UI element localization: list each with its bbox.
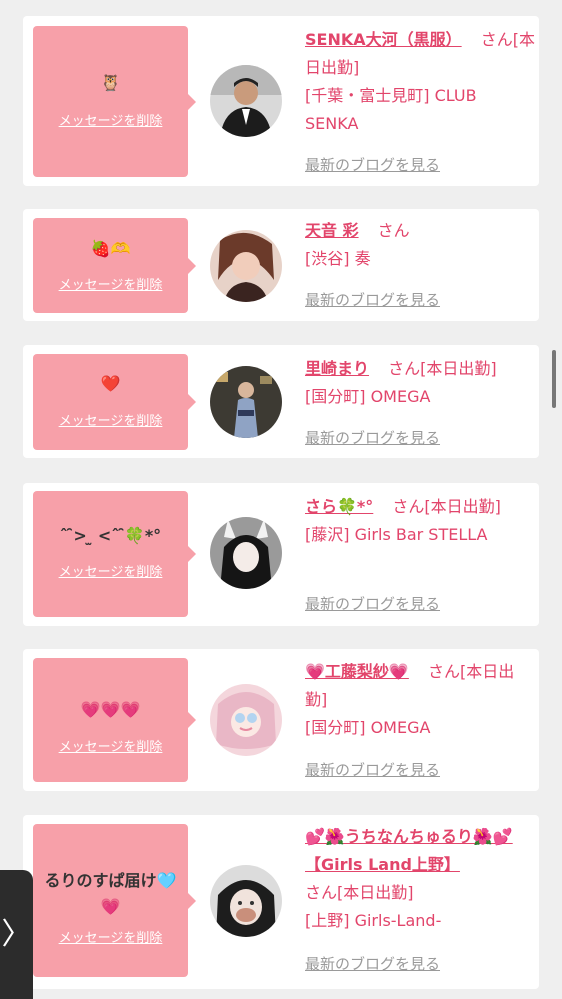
san-suffix: さん (377, 221, 410, 240)
message-bubble: 💗💗💗 メッセージを削除 (33, 658, 196, 782)
message-text: るりのすぱ届け🩵💗 (44, 871, 177, 916)
avatar[interactable] (210, 230, 282, 302)
san-suffix: さん (427, 662, 460, 681)
san-suffix: さん (388, 359, 421, 378)
message-bubble: ❤️ メッセージを削除 (33, 354, 196, 450)
store-label: [国分町] OMEGA (305, 718, 431, 737)
message-text: 🍓🫶 (90, 239, 131, 258)
message-bubble: るりのすぱ届け🩵💗 メッセージを削除 (33, 824, 196, 977)
avatar[interactable] (210, 517, 282, 589)
message-card: 💗💗💗 メッセージを削除 💗工藤梨紗💗 さん[本日出勤] [国分町] OMEGA… (23, 649, 539, 791)
store-label: [千葉・富士見町] CLUB SENKA (305, 86, 477, 133)
message-bubble: 🍓🫶 メッセージを削除 (33, 218, 196, 313)
delete-message-link[interactable]: メッセージを削除 (33, 927, 188, 946)
delete-message-link[interactable]: メッセージを削除 (33, 561, 188, 580)
avatar[interactable] (210, 366, 282, 438)
latest-blog-link[interactable]: 最新のブログを見る (305, 953, 440, 974)
status-label: [本日出勤] (420, 359, 497, 378)
card-info: SENKA大河（黒服） さん[本日出勤] [千葉・富士見町] CLUB SENK… (305, 26, 535, 138)
cast-name-link[interactable]: SENKA大河（黒服） (305, 30, 462, 49)
cast-name-link[interactable]: 💕🌺うちなんちゅるり🌺💕【Girls Land上野】 (305, 827, 513, 874)
store-label: [渋谷] 奏 (305, 249, 371, 268)
card-info: 💗工藤梨紗💗 さん[本日出勤] [国分町] OMEGA (305, 658, 535, 742)
san-suffix: さん (480, 30, 513, 49)
cast-name-link[interactable]: 💗工藤梨紗💗 (305, 662, 409, 681)
avatar[interactable] (210, 684, 282, 756)
message-card: 🍓🫶 メッセージを削除 天音 彩 さん [渋谷] 奏 最新のブログを見る (23, 209, 539, 321)
message-bubble: 🦉 メッセージを削除 (33, 26, 196, 177)
latest-blog-link[interactable]: 最新のブログを見る (305, 289, 440, 310)
latest-blog-link[interactable]: 最新のブログを見る (305, 759, 440, 780)
message-card: ❤️ メッセージを削除 里崎まり さん[本日出勤] [国分町] OMEGA 最新… (23, 345, 539, 458)
status-label: [本日出勤] (337, 883, 414, 902)
message-card: ˆ ̑̑> ̫ <ˆ ̑̑🍀*° メッセージを削除 さら🍀*° さん[本日出勤]… (23, 483, 539, 626)
cast-name-link[interactable]: 里崎まり (305, 359, 369, 378)
side-drawer-toggle[interactable]: 〉 (0, 870, 33, 999)
message-text: ❤️ (100, 374, 121, 393)
store-label: [国分町] OMEGA (305, 387, 431, 406)
cast-name-link[interactable]: 天音 彩 (305, 221, 359, 240)
latest-blog-link[interactable]: 最新のブログを見る (305, 427, 440, 448)
latest-blog-link[interactable]: 最新のブログを見る (305, 593, 440, 614)
latest-blog-link[interactable]: 最新のブログを見る (305, 154, 440, 175)
san-suffix: さん (305, 883, 338, 902)
san-suffix: さん (392, 497, 425, 516)
message-card: 🦉 メッセージを削除 SENKA大河（黒服） さん[本日出勤] [千葉・富士見町… (23, 16, 539, 186)
card-info: 天音 彩 さん [渋谷] 奏 (305, 217, 535, 273)
delete-message-link[interactable]: メッセージを削除 (33, 736, 188, 755)
message-text: ˆ ̑̑> ̫ <ˆ ̑̑🍀*° (59, 526, 162, 545)
delete-message-link[interactable]: メッセージを削除 (33, 110, 188, 129)
card-info: 💕🌺うちなんちゅるり🌺💕【Girls Land上野】 さん[本日出勤] [上野]… (305, 823, 535, 935)
avatar[interactable] (210, 865, 282, 937)
chevron-right-icon: 〉 (1, 917, 32, 952)
store-label: [藤沢] Girls Bar STELLA (305, 525, 488, 544)
delete-message-link[interactable]: メッセージを削除 (33, 274, 188, 293)
message-card: るりのすぱ届け🩵💗 メッセージを削除 💕🌺うちなんちゅるり🌺💕【Girls La… (23, 815, 539, 989)
message-text: 🦉 (100, 73, 121, 92)
message-text: 💗💗💗 (80, 700, 141, 719)
scrollbar[interactable] (552, 350, 556, 408)
store-label: [上野] Girls-Land- (305, 911, 442, 930)
delete-message-link[interactable]: メッセージを削除 (33, 410, 188, 429)
message-bubble: ˆ ̑̑> ̫ <ˆ ̑̑🍀*° メッセージを削除 (33, 491, 196, 617)
avatar[interactable] (210, 65, 282, 137)
cast-name-link[interactable]: さら🍀*° (305, 497, 373, 516)
status-label: [本日出勤] (424, 497, 501, 516)
card-info: 里崎まり さん[本日出勤] [国分町] OMEGA (305, 355, 535, 411)
card-info: さら🍀*° さん[本日出勤] [藤沢] Girls Bar STELLA (305, 493, 535, 549)
